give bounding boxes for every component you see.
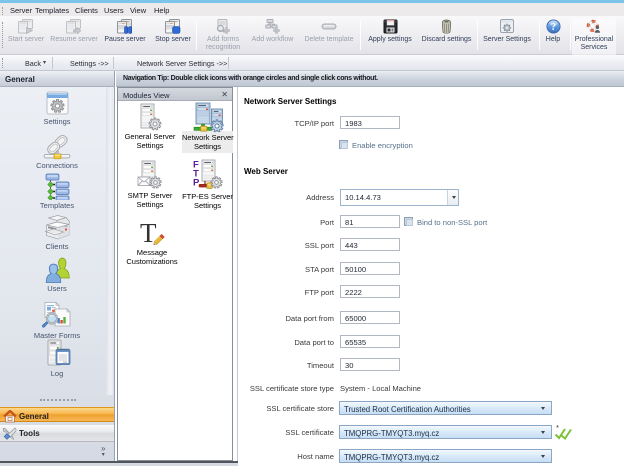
svg-text:?: ? (550, 22, 555, 33)
